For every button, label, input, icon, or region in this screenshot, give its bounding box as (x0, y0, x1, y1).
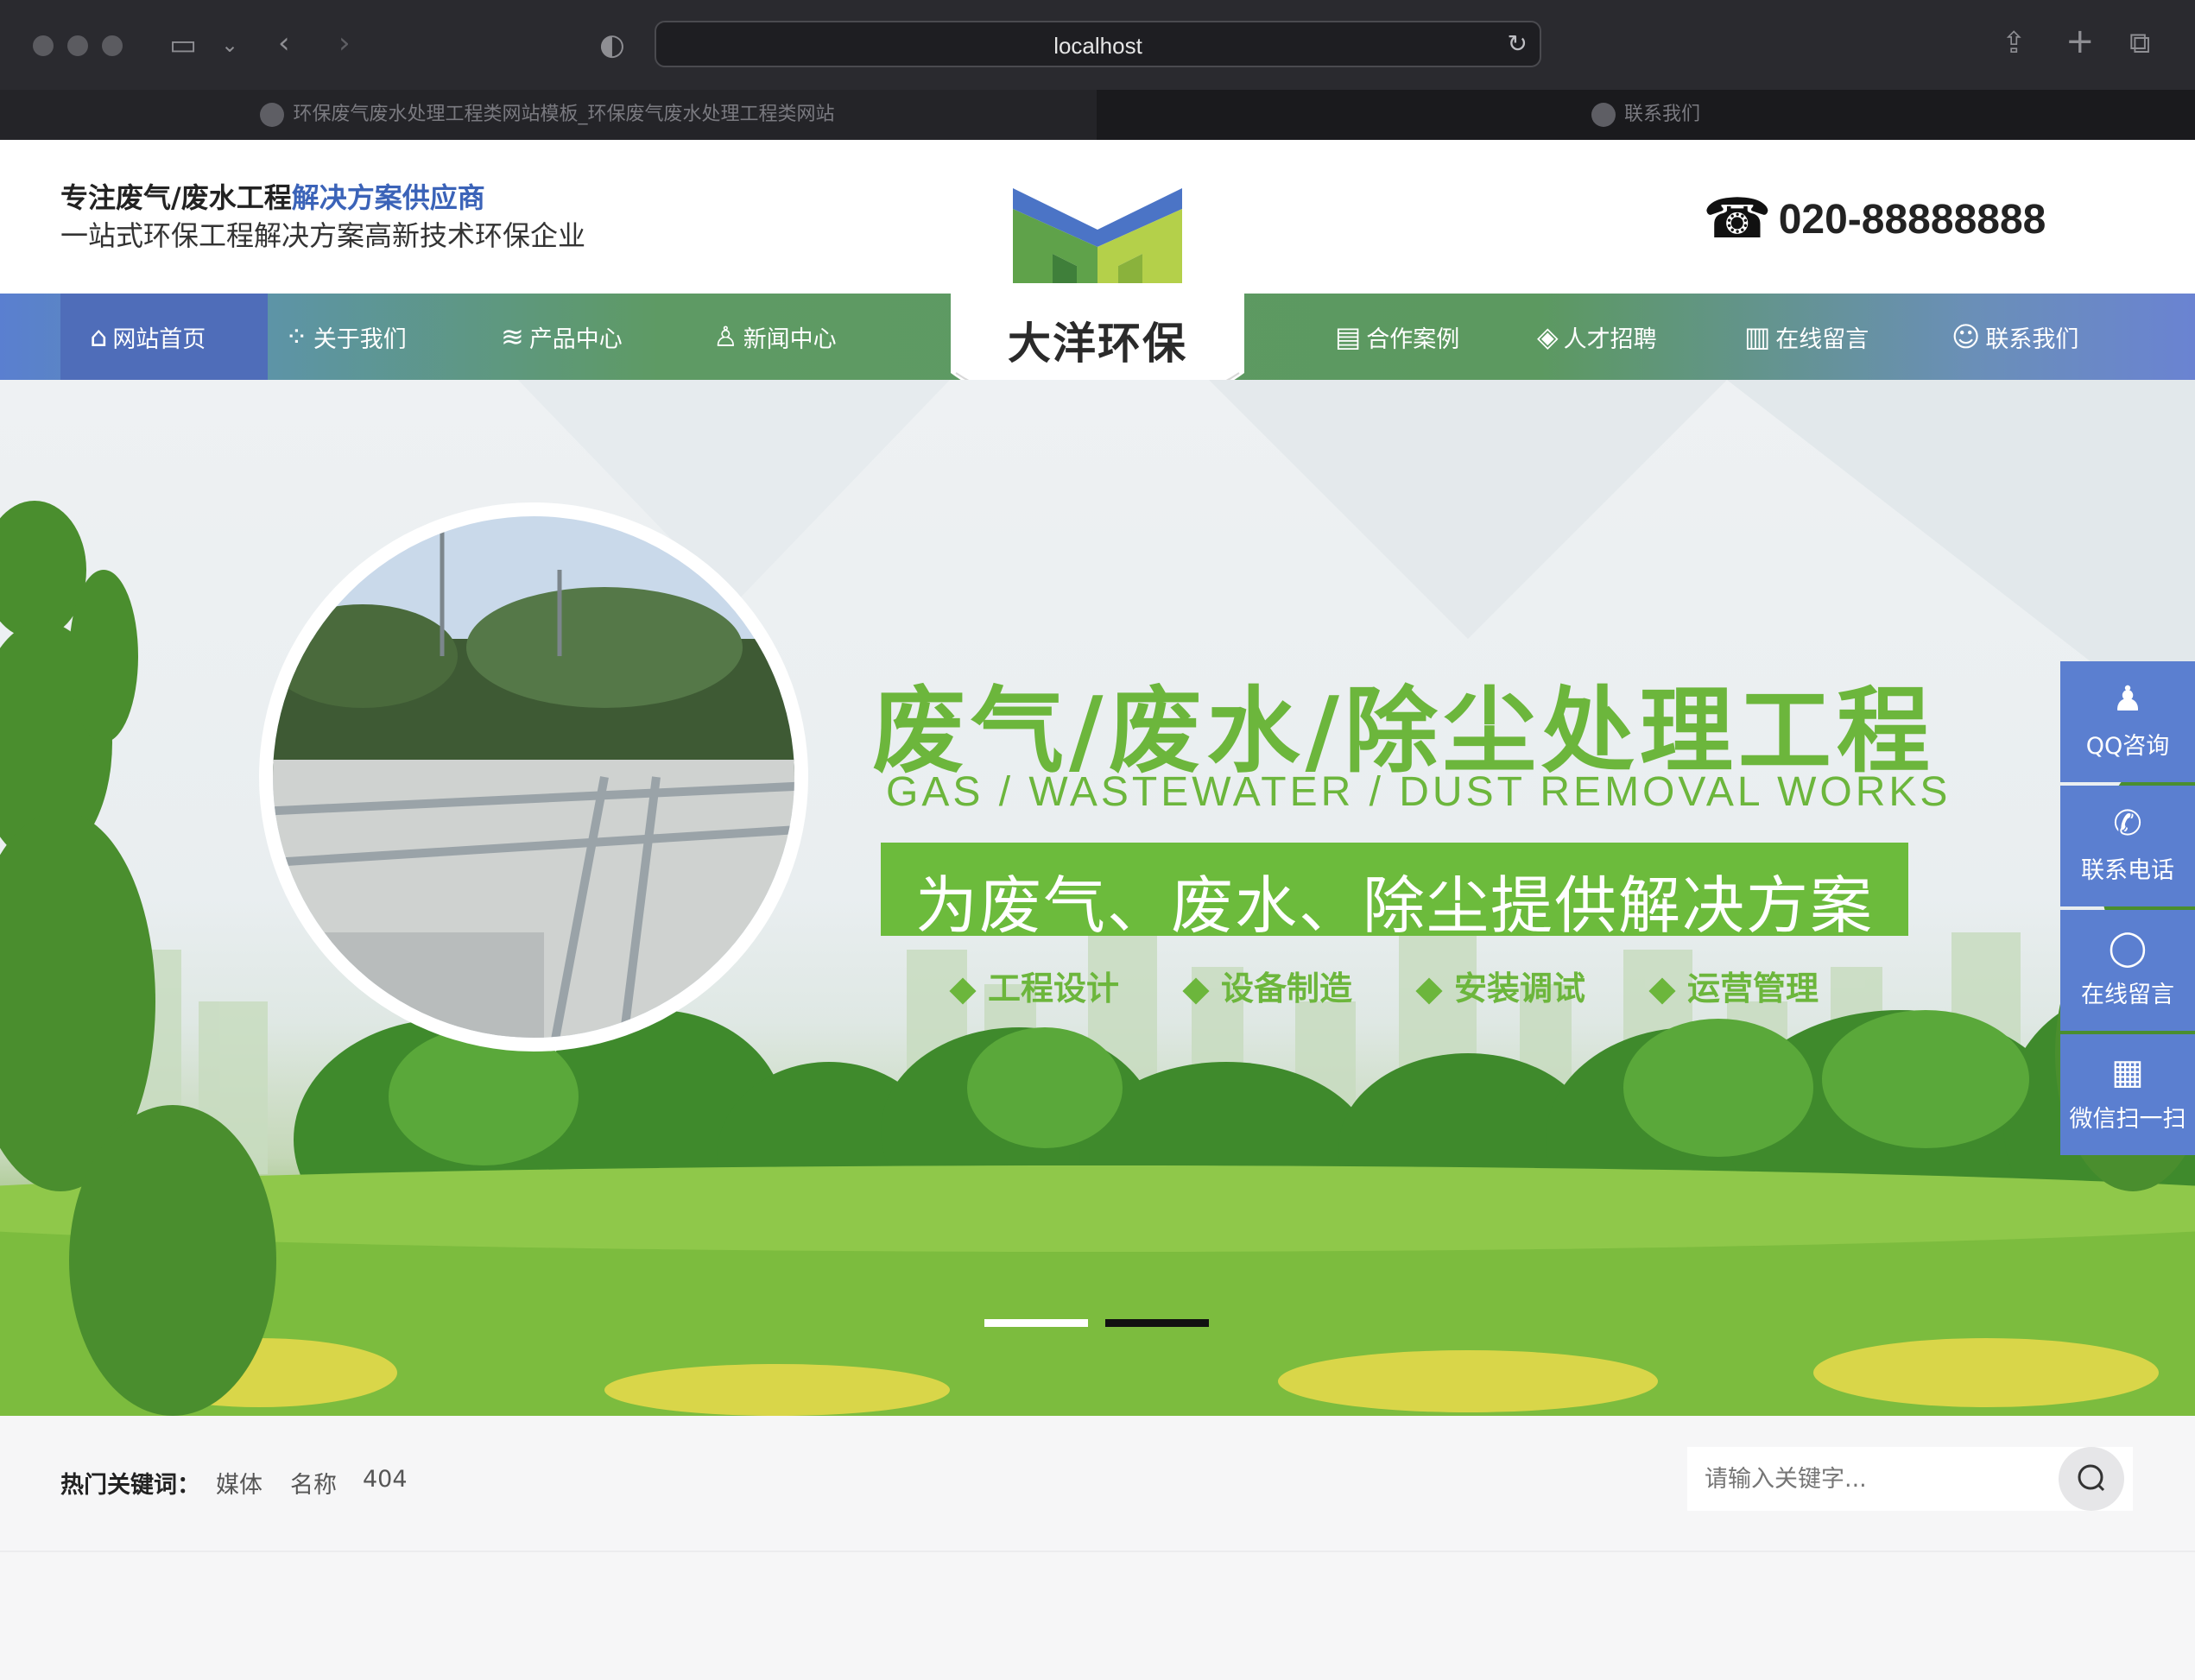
url-text: localhost (1053, 33, 1142, 59)
nav-item-home[interactable]: ⌂ 网站首页 (60, 294, 268, 380)
tagline-main: 专注废气/废水工程解决方案供应商 (60, 176, 485, 216)
tab-home[interactable]: 环保废气废水处理工程类网站模板_环保废气废水处理工程类网站 (0, 90, 1095, 140)
float-qq[interactable]: ♟ QQ咨询 (2060, 661, 2195, 782)
tagline-sub: 一站式环保工程解决方案高新技术环保企业 (60, 219, 586, 252)
tab-label: 联系我们 (1623, 104, 1700, 125)
float-label: 联系电话 (2081, 857, 2174, 884)
float-label: QQ咨询 (2085, 733, 2170, 760)
phone-icon: ✆ (2113, 804, 2142, 843)
share-icon[interactable]: ⇪ (2002, 26, 2027, 60)
shield-icon[interactable]: ◐ (599, 28, 625, 62)
close-window-button[interactable] (33, 35, 54, 56)
nav-label: 关于我们 (313, 325, 407, 353)
diamond-icon (1182, 976, 1210, 1005)
nav-label: 在线留言 (1775, 325, 1869, 353)
qq-icon: ♟ (2112, 679, 2143, 719)
tagline-accent-text: 解决方案供应商 (291, 181, 485, 214)
float-message[interactable]: ◯ 在线留言 (2060, 910, 2195, 1031)
banner-slogan: 为废气、废水、除尘提供解决方案 (914, 869, 1874, 942)
hot-keywords-bar: 热门关键词： 媒体 名称 404 (0, 1416, 2195, 1551)
site-favicon-icon (1591, 103, 1616, 127)
layers-icon: ≋ (501, 320, 524, 353)
page-content-area (0, 1551, 2195, 1680)
diamond-icon (949, 976, 977, 1005)
nav-label: 合作案例 (1366, 325, 1460, 353)
feature-label: 工程设计 (988, 969, 1120, 1007)
nav-label: 产品中心 (528, 325, 623, 353)
qrcode-icon: ▦ (2111, 1052, 2144, 1092)
nav-item-products[interactable]: ≋ 产品中心 (501, 294, 623, 380)
contact-icon: ☺ (1951, 320, 1981, 353)
feature-operation: 运营管理 (1648, 962, 1819, 1009)
keyword-link[interactable]: 媒体 (216, 1466, 263, 1500)
feature-design: 工程设计 (949, 962, 1120, 1009)
nav-item-cases[interactable]: ▤ 合作案例 (1335, 294, 1459, 380)
nav-item-message[interactable]: ▥ 在线留言 (1744, 294, 1869, 380)
nav-item-jobs[interactable]: ◈ 人才招聘 (1537, 294, 1657, 380)
browser-toolbar: ▭ ⌄ ‹ › ◐ localhost ↻ ⇪ + ⧉ (0, 0, 2195, 90)
float-phone[interactable]: ✆ 联系电话 (2060, 786, 2195, 906)
reload-icon[interactable]: ↻ (1508, 29, 1528, 58)
tab-contact[interactable]: 联系我们 (1097, 90, 2195, 140)
telephone-icon: ☎ (1703, 187, 1772, 251)
grid-icon: ⁘ (285, 320, 308, 353)
feature-label: 运营管理 (1687, 969, 1819, 1007)
trophy-icon: ♙ (713, 320, 738, 353)
logo-text: 大洋环保 (1008, 318, 1187, 369)
chat-icon: ◯ (2108, 928, 2148, 968)
header-phone: ☎ 020-88888888 (1703, 192, 2046, 247)
nav-label: 联系我们 (1985, 325, 2079, 353)
keyword-link[interactable]: 404 (363, 1466, 408, 1493)
handshake-icon: ◈ (1537, 320, 1559, 353)
hot-keywords-label: 热门关键词： (60, 1472, 200, 1499)
banner-subline: GAS / WASTEWATER / DUST REMOVAL WORKS (886, 769, 1951, 815)
notepad-icon: ▥ (1744, 320, 1771, 353)
tab-overview-icon[interactable]: ⧉ (2129, 26, 2150, 60)
nav-item-news[interactable]: ♙ 新闻中心 (713, 294, 837, 380)
slide-dot-2[interactable] (1105, 1319, 1209, 1327)
minimize-window-button[interactable] (67, 35, 88, 56)
diamond-icon (1415, 976, 1443, 1005)
hero-banner: 废气/废水/除尘处理工程 GAS / WASTEWATER / DUST REM… (0, 380, 2195, 1416)
tab-label: 环保废气废水处理工程类网站模板_环保废气废水处理工程类网站 (293, 104, 835, 125)
feature-install: 安装调试 (1415, 962, 1586, 1009)
tagline-main-text: 专注废气/废水工程 (60, 181, 292, 214)
nav-item-contact[interactable]: ☺ 联系我们 (1951, 294, 2078, 380)
back-icon[interactable]: ‹ (278, 26, 290, 60)
nav-label: 新闻中心 (743, 325, 837, 353)
sidebar-toggle-icon[interactable]: ▭ (169, 28, 197, 62)
site-favicon-icon (260, 103, 285, 127)
nav-label: 网站首页 (112, 325, 206, 353)
keyword-link[interactable]: 名称 (290, 1466, 337, 1500)
search-icon (2078, 1464, 2105, 1492)
float-wechat[interactable]: ▦ 微信扫一扫 (2060, 1034, 2195, 1155)
document-icon: ▤ (1335, 320, 1362, 353)
address-bar[interactable]: localhost ↻ (655, 21, 1541, 67)
feature-label: 安装调试 (1454, 969, 1586, 1007)
tab-strip: 环保废气废水处理工程类网站模板_环保废气废水处理工程类网站 联系我们 (0, 90, 2195, 140)
diamond-icon (1648, 976, 1676, 1005)
float-label: 在线留言 (2081, 982, 2174, 1008)
slide-dot-1[interactable] (984, 1319, 1088, 1327)
new-tab-icon[interactable]: + (2065, 24, 2095, 59)
feature-manufacture: 设备制造 (1182, 962, 1353, 1009)
zoom-window-button[interactable] (102, 35, 123, 56)
browser-chrome: ▭ ⌄ ‹ › ◐ localhost ↻ ⇪ + ⧉ 环保废气废水处理工程类网… (0, 0, 2195, 140)
feature-label: 设备制造 (1221, 969, 1353, 1007)
search-button[interactable] (2059, 1447, 2124, 1511)
float-label: 微信扫一扫 (2069, 1106, 2186, 1133)
banner-slogan-box: 为废气、废水、除尘提供解决方案 (881, 843, 1908, 942)
nav-label: 人才招聘 (1563, 325, 1657, 353)
home-icon: ⌂ (90, 320, 108, 353)
phone-number: 020-88888888 (1778, 196, 2046, 243)
nav-item-about[interactable]: ⁘ 关于我们 (285, 294, 407, 380)
chevron-down-icon[interactable]: ⌄ (221, 28, 238, 62)
forward-icon[interactable]: › (338, 26, 351, 60)
